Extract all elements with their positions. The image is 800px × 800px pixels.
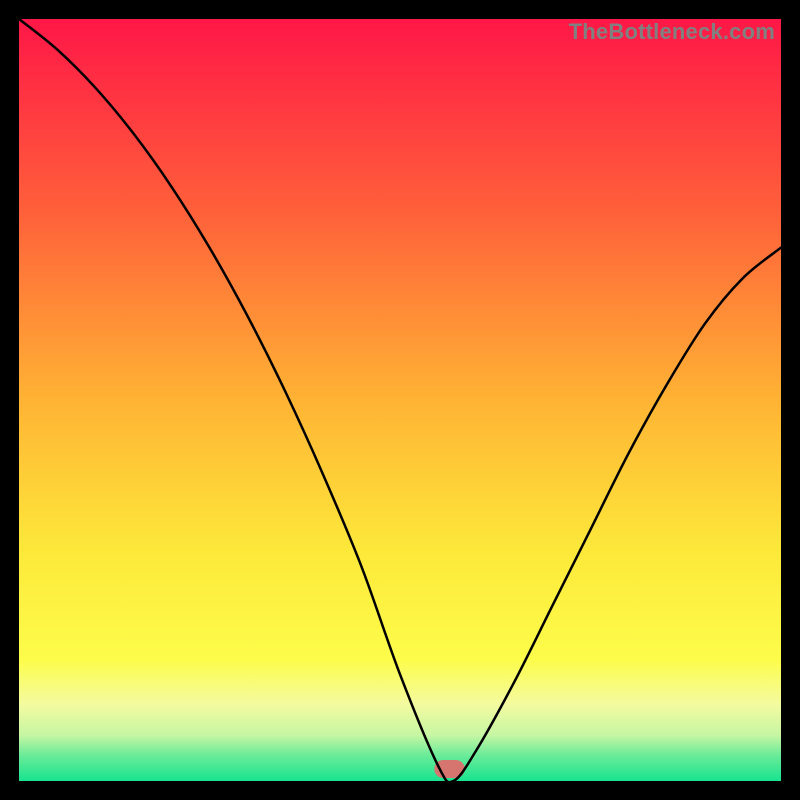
bottleneck-chart — [19, 19, 781, 781]
watermark-text: TheBottleneck.com — [569, 19, 775, 45]
chart-frame: TheBottleneck.com — [0, 0, 800, 800]
plot-area: TheBottleneck.com — [19, 19, 781, 781]
